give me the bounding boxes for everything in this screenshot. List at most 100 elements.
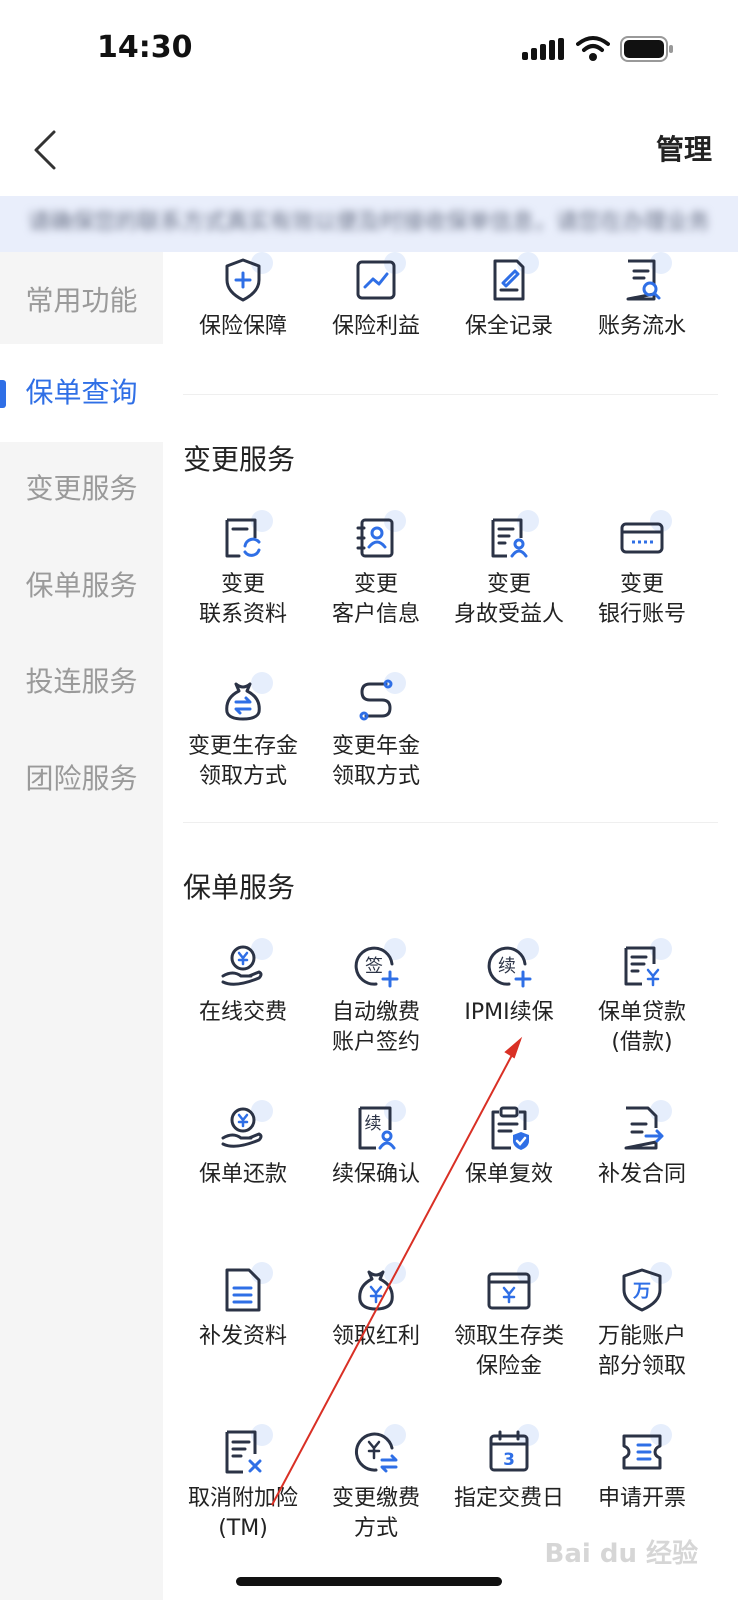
section-divider	[183, 394, 718, 395]
tile-label-line1: 保单贷款	[597, 1000, 686, 1025]
tile-auto-pay-sign[interactable]: 签 自动缴费 账户签约	[308, 938, 444, 1058]
manage-button[interactable]: 管理	[656, 128, 712, 168]
route-icon	[352, 672, 406, 724]
tile-change-beneficiary[interactable]: 变更 身故受益人	[441, 510, 577, 630]
tile-claim-survival-benefit[interactable]: 领取生存类 保险金	[441, 1262, 577, 1382]
clipboard-check-icon	[485, 1100, 539, 1152]
doc-edit-icon	[485, 252, 539, 304]
signal-icon	[522, 38, 564, 60]
notice-bar: 请确保您的联系方式真实有效以便及时接收保单信息，请您在办理业务时仔细核对信息以确…	[0, 196, 738, 252]
tile-account-flow[interactable]: 账务流水	[574, 252, 710, 342]
section-title-policy-service: 保单服务	[183, 871, 296, 904]
tile-claim-dividend[interactable]: 领取红利	[308, 1262, 444, 1352]
tile-label: 变更 联系资料	[175, 570, 311, 630]
tile-label: 领取生存类 保险金	[441, 1322, 577, 1382]
tile-label-line2: (TM)	[218, 1516, 268, 1541]
sidebar-item-policy-service[interactable]: 保单服务	[0, 537, 163, 635]
notice-text: 请确保您的联系方式真实有效以便及时接收保单信息，请您在办理业务时仔细核对信息以确…	[28, 210, 708, 235]
tile-label: 自动缴费 账户签约	[308, 998, 444, 1058]
money-bag-exchange-icon	[219, 672, 273, 724]
tile-policy-loan[interactable]: 保单贷款 (借款)	[574, 938, 710, 1058]
tile-policy-repayment[interactable]: 保单还款	[175, 1100, 311, 1190]
tile-label: 变更 身故受益人	[441, 570, 577, 630]
ticket-icon	[618, 1424, 672, 1476]
renew-glyph: 续	[365, 1114, 382, 1134]
yen-exchange-icon	[352, 1424, 406, 1476]
tile-label: 变更年金 领取方式	[308, 732, 444, 792]
tile-change-payment-method[interactable]: 变更缴费 方式	[308, 1424, 444, 1544]
calendar-day-glyph: 3	[503, 1450, 515, 1470]
tile-label-line1: 变更缴费	[331, 1486, 420, 1511]
shield-plus-icon	[219, 252, 273, 304]
tile-set-payment-day[interactable]: 3 指定交费日	[441, 1424, 577, 1514]
back-arrow-icon[interactable]	[28, 128, 64, 172]
battery-icon	[620, 36, 673, 62]
sidebar-item-common[interactable]: 常用功能	[0, 252, 163, 350]
tile-change-contact[interactable]: 变更 联系资料	[175, 510, 311, 630]
tile-reissue-contract[interactable]: 补发合同	[574, 1100, 710, 1190]
tile-renewal-confirm[interactable]: 续 续保确认	[308, 1100, 444, 1190]
doc-lines-icon	[219, 1262, 273, 1314]
tile-label: 变更生存金 领取方式	[175, 732, 311, 792]
sidebar-item-group-service[interactable]: 团险服务	[0, 730, 163, 828]
status-time: 14:30	[97, 30, 193, 65]
tile-label-line2: 方式	[353, 1516, 398, 1541]
tile-change-annuity-payout[interactable]: 变更年金 领取方式	[308, 672, 444, 792]
sidebar-item-investment-service[interactable]: 投连服务	[0, 633, 163, 731]
tile-label-line2: 领取方式	[198, 764, 287, 789]
tile-reissue-documents[interactable]: 补发资料	[175, 1262, 311, 1352]
tile-label-line2: 部分领取	[597, 1354, 686, 1379]
tile-change-survival-payout[interactable]: 变更生存金 领取方式	[175, 672, 311, 792]
sidebar-item-change-service[interactable]: 变更服务	[0, 440, 163, 538]
renew-glyph: 续	[498, 956, 516, 977]
section-title-change-service: 变更服务	[183, 443, 296, 476]
tile-online-payment[interactable]: 在线交费	[175, 938, 311, 1028]
tile-label: 变更 银行账号	[574, 570, 710, 630]
sidebar-item-policy-query[interactable]: 保单查询	[0, 344, 163, 442]
tile-label: 保单还款	[198, 1162, 287, 1187]
tile-label: 保单复效	[464, 1162, 553, 1187]
money-bag-icon	[352, 1262, 406, 1314]
tile-insurance-coverage[interactable]: 保险保障	[175, 252, 311, 342]
tile-label: 变更 客户信息	[308, 570, 444, 630]
tile-label: 保险利益	[331, 314, 420, 339]
contact-card-icon	[352, 510, 406, 562]
tile-label-line1: 领取生存类	[453, 1324, 564, 1349]
tile-universal-partial-withdraw[interactable]: 万 万能账户 部分领取	[574, 1262, 710, 1382]
doc-person-icon	[485, 510, 539, 562]
tile-label-line1: 取消附加险	[187, 1486, 298, 1511]
tile-label: 保单贷款 (借款)	[574, 998, 710, 1058]
tile-label-line1: 自动缴费	[331, 1000, 420, 1025]
tile-label: 续保确认	[331, 1162, 420, 1187]
nav-bar	[0, 100, 738, 196]
tile-label-line2: 客户信息	[331, 602, 420, 627]
tile-apply-invoice[interactable]: 申请开票	[574, 1424, 710, 1514]
doc-cancel-icon	[219, 1424, 273, 1476]
tile-label: 取消附加险 (TM)	[175, 1484, 311, 1544]
tile-label: 在线交费	[198, 1000, 287, 1025]
tile-label: 补发合同	[597, 1162, 686, 1187]
tile-label: 保险保障	[198, 314, 287, 339]
doc-search-icon	[618, 252, 672, 304]
tile-change-bank-account[interactable]: 变更 银行账号	[574, 510, 710, 630]
tile-label-line2: (借款)	[611, 1030, 673, 1055]
section-divider	[183, 822, 718, 823]
doc-send-icon	[618, 1100, 672, 1152]
status-bar: 14:30	[0, 0, 738, 100]
tile-label-line2: 保险金	[475, 1354, 542, 1379]
tile-cancel-rider[interactable]: 取消附加险 (TM)	[175, 1424, 311, 1544]
category-sidebar: 常用功能 保单查询 变更服务 保单服务 投连服务 团险服务	[0, 252, 163, 1600]
tile-insurance-benefit[interactable]: 保险利益	[308, 252, 444, 342]
tile-preservation-record[interactable]: 保全记录	[441, 252, 577, 342]
bank-card-icon	[618, 510, 672, 562]
tile-label: 变更缴费 方式	[308, 1484, 444, 1544]
tile-change-customer-info[interactable]: 变更 客户信息	[308, 510, 444, 630]
doc-refresh-icon	[219, 510, 273, 562]
tile-ipmi-renewal[interactable]: 续 IPMI续保	[441, 938, 577, 1028]
tile-policy-reinstatement[interactable]: 保单复效	[441, 1100, 577, 1190]
tile-label-line2: 身故受益人	[453, 602, 564, 627]
tile-label: 指定交费日	[453, 1486, 564, 1511]
home-indicator	[236, 1577, 502, 1586]
sign-plus-icon: 签	[352, 938, 406, 990]
tile-label-line1: 变更生存金	[187, 734, 298, 759]
